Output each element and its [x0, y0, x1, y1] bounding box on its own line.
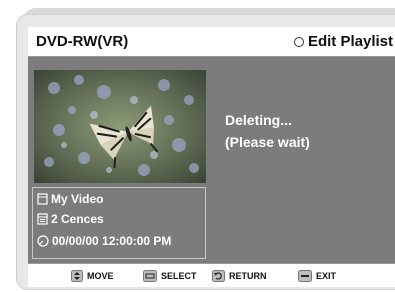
scenes-row: 2 Cences: [37, 212, 104, 226]
up-down-arrows-icon: [71, 270, 83, 282]
menu-title: Edit Playlist: [293, 33, 393, 50]
select-hint[interactable]: SELECT: [143, 270, 197, 282]
please-wait-message: (Please wait): [225, 134, 310, 150]
move-hint[interactable]: MOVE: [71, 270, 114, 282]
move-label: MOVE: [87, 271, 114, 281]
menu-title-text: Edit Playlist: [307, 33, 393, 50]
return-hint[interactable]: RETURN: [212, 270, 267, 282]
disc-type-label: DVD-RW(VR): [36, 33, 129, 50]
scenes-icon: [37, 213, 48, 225]
return-icon: [212, 270, 225, 282]
title-row: My Video: [37, 192, 103, 206]
datetime-text: 00/00/00 12:00:00 PM: [52, 234, 172, 248]
title-text: My Video: [51, 192, 104, 206]
info-panel: My Video 2 Cences 00/00/00 12:00:00 PM: [32, 187, 206, 259]
exit-label: EXIT: [316, 271, 337, 281]
circle-icon: [293, 36, 304, 47]
tv-screen: DVD-RW(VR) Edit Playlist My Video 2 Cenc…: [28, 27, 395, 287]
enter-button-icon: [143, 270, 157, 282]
video-thumbnail: [34, 70, 206, 183]
select-label: SELECT: [161, 271, 197, 281]
scenes-text: 2 Cences: [51, 212, 104, 226]
footer-bar: MOVE SELECT RETURN EXIT: [28, 263, 395, 287]
exit-hint[interactable]: EXIT: [298, 270, 336, 282]
exit-button-icon: [298, 270, 312, 282]
clock-icon: [37, 235, 49, 247]
datetime-row: 00/00/00 12:00:00 PM: [37, 234, 171, 248]
header-bar: DVD-RW(VR) Edit Playlist: [28, 27, 395, 57]
return-label: RETURN: [229, 271, 267, 281]
deleting-message: Deleting...: [225, 112, 292, 128]
document-icon: [37, 193, 48, 205]
butterfly-flowers-image: [34, 70, 206, 183]
